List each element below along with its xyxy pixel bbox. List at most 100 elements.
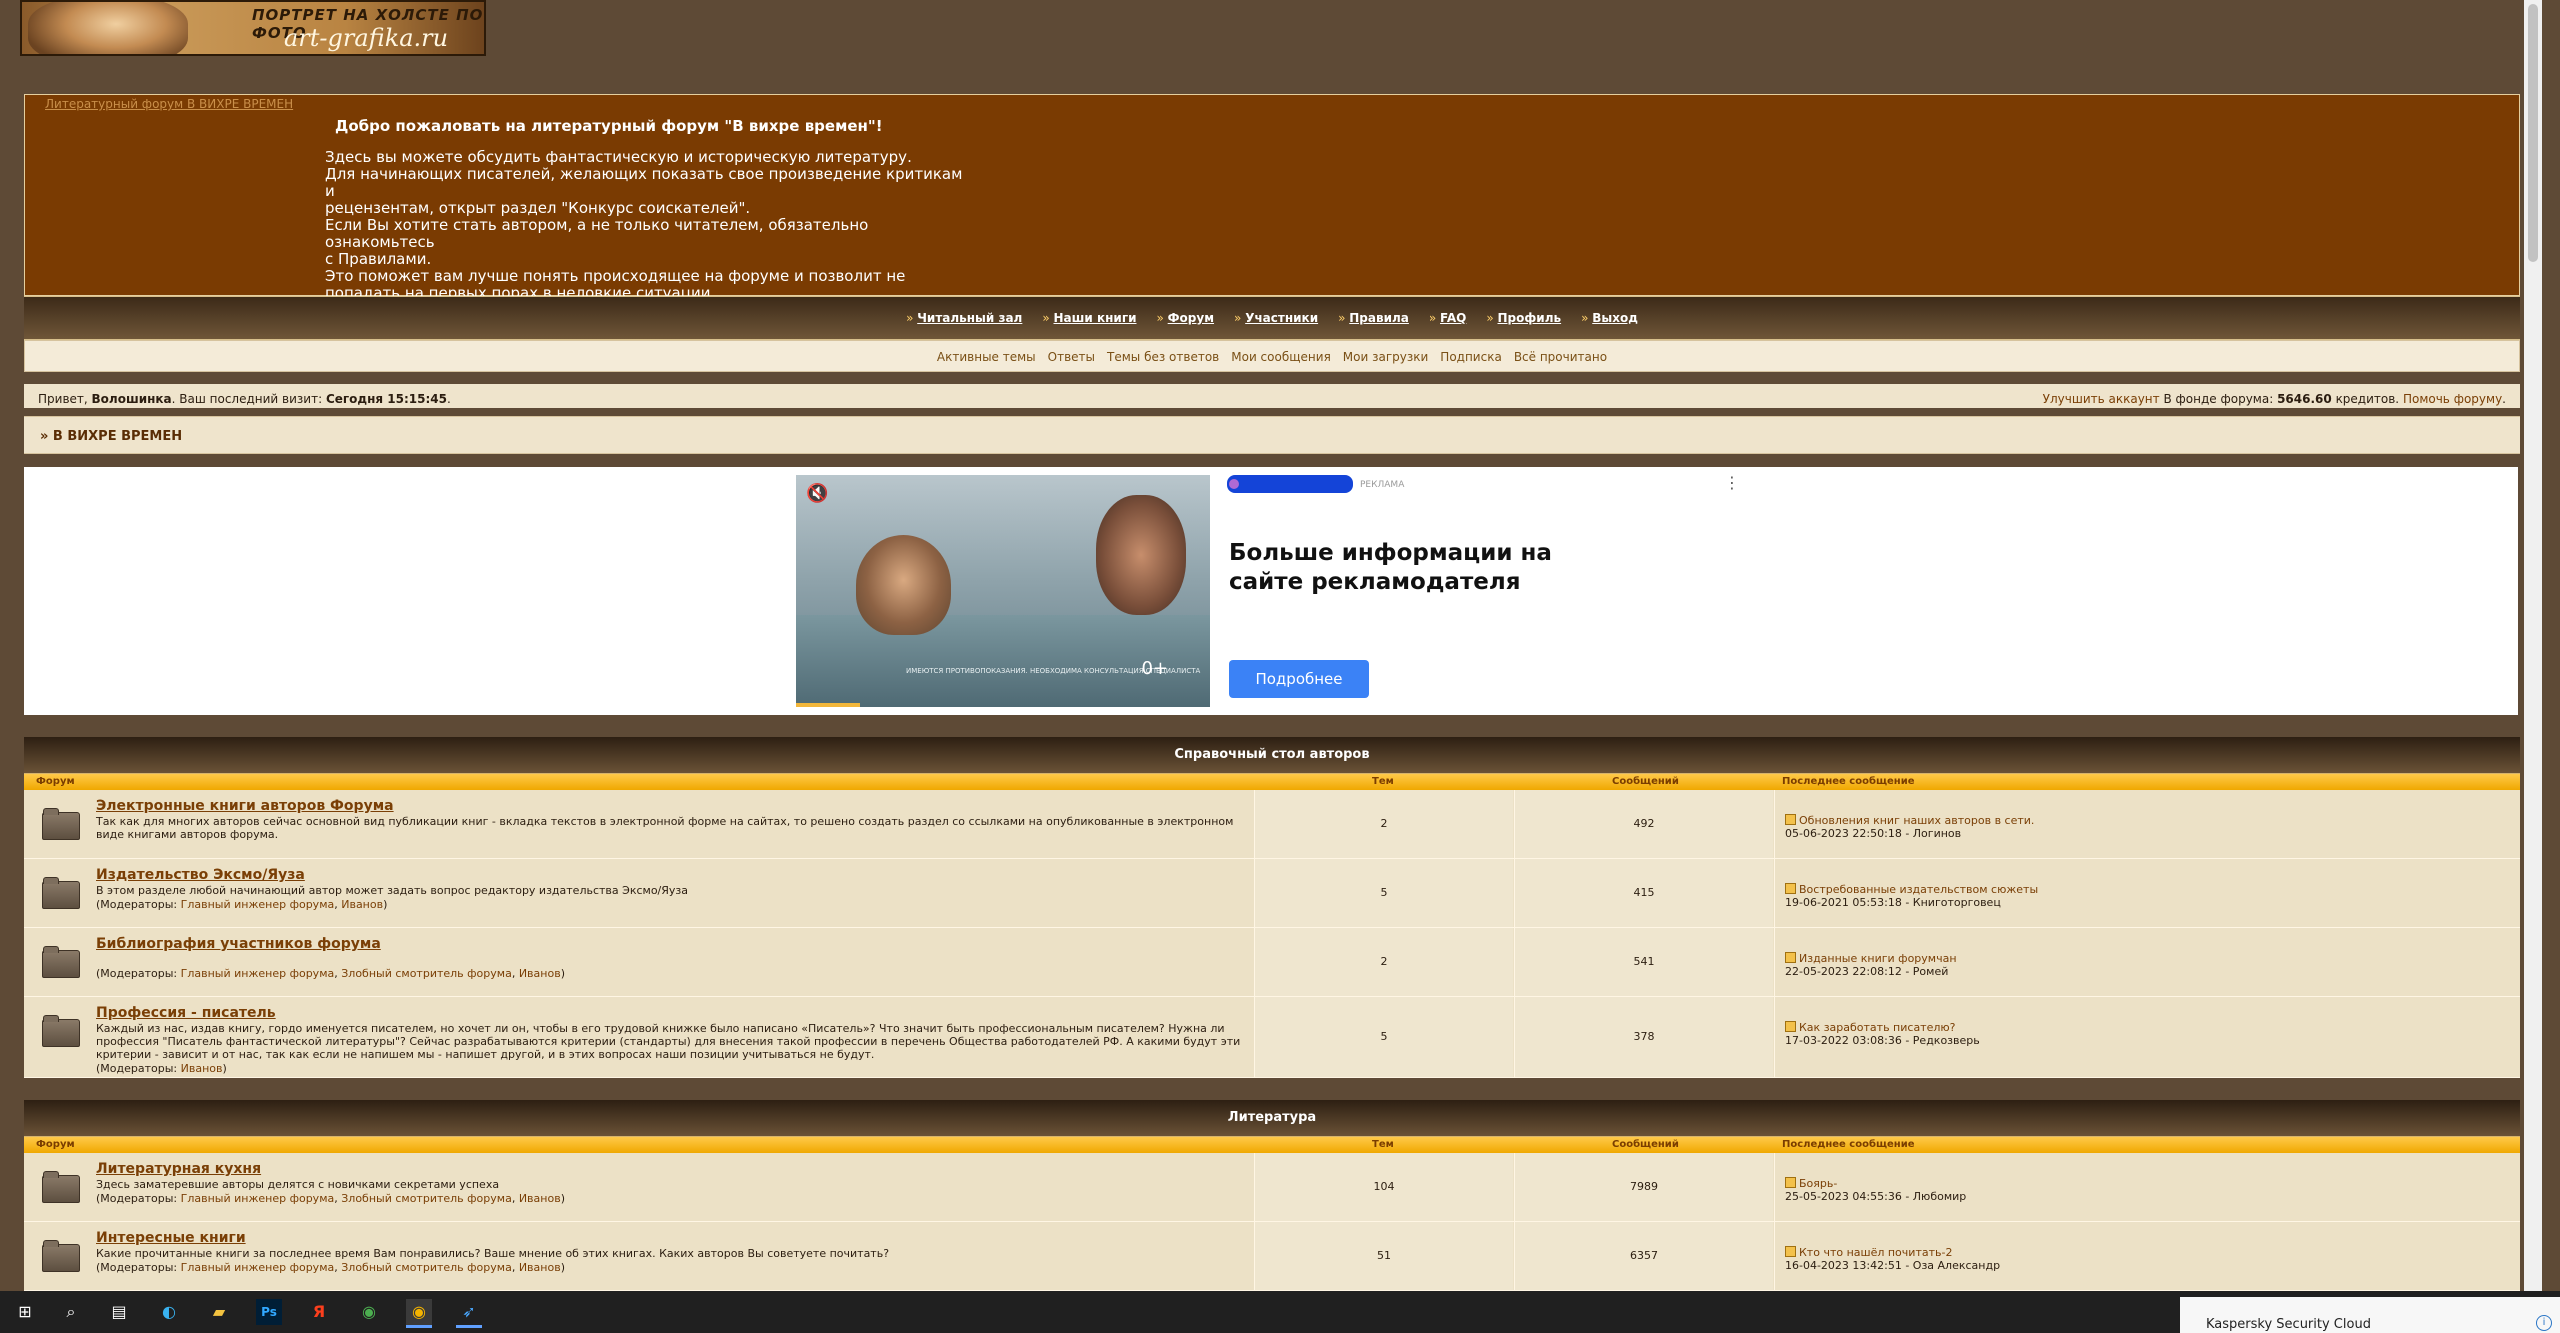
task-view-icon[interactable]: ▤ xyxy=(106,1299,132,1325)
category-title[interactable]: Литература xyxy=(24,1100,2520,1137)
ad-block: 🔇 ИМЕЮТСЯ ПРОТИВОПОКАЗАНИЯ. НЕОБХОДИМА К… xyxy=(24,467,2518,715)
ad-label: РЕКЛАМА xyxy=(1360,480,1405,490)
nav-item[interactable]: » Выход xyxy=(1581,311,1638,325)
forum-title-link[interactable]: Профессия - писатель xyxy=(96,1005,1246,1021)
scrollbar[interactable] xyxy=(2524,0,2542,1291)
forum-folder-icon xyxy=(42,1171,80,1203)
post-count: 378 xyxy=(1514,997,1773,1077)
explorer-icon[interactable]: ▰ xyxy=(206,1299,232,1325)
moderator-link[interactable]: Злобный смотритель форума xyxy=(341,1192,512,1205)
last-post-link[interactable]: Обновления книг наших авторов в сети. xyxy=(1799,814,2034,827)
user-info-bar: Привет, Волошинка. Ваш последний визит: … xyxy=(24,384,2520,408)
last-post-icon xyxy=(1785,814,1796,825)
moderator-link[interactable]: Главный инженер форума xyxy=(181,1261,335,1274)
moderator-link[interactable]: Главный инженер форума xyxy=(181,898,335,911)
forum-row: Издательство Эксмо/Яуза В этом разделе лю… xyxy=(24,859,2520,928)
forum-description: Каждый из нас, издав книгу, гордо именуе… xyxy=(96,1022,1241,1061)
desc-line: Здесь вы можете обсудить фантастическую … xyxy=(325,148,912,166)
breadcrumb-home[interactable]: » В ВИХРЕ ВРЕМЕН xyxy=(40,429,182,444)
subnav-link[interactable]: Мои сообщения xyxy=(1231,350,1331,364)
info-icon[interactable]: i xyxy=(2536,1315,2552,1331)
nav-item-label: Читальный зал xyxy=(917,311,1023,325)
nav-item[interactable]: » Форум xyxy=(1157,311,1215,325)
last-post-meta: 17-03-2022 03:08:36 - Редкозверь xyxy=(1785,1034,1980,1047)
last-post-link[interactable]: Востребованные издательством сюжеты xyxy=(1799,883,2038,896)
kebab-menu-icon[interactable]: ⋮ xyxy=(1724,473,1740,492)
nav-item[interactable]: » FAQ xyxy=(1429,311,1466,325)
forum-logo-link[interactable]: Литературный форум В ВИХРЕ ВРЕМЕН xyxy=(45,97,293,111)
nav-item[interactable]: » Правила xyxy=(1338,311,1409,325)
fund-unit: кредитов. xyxy=(2335,392,2400,406)
moderator-link[interactable]: Иванов xyxy=(519,967,561,980)
app-icon[interactable]: ➶ xyxy=(456,1299,482,1328)
post-count: 541 xyxy=(1514,928,1773,996)
subnav-link[interactable]: Ответы xyxy=(1048,350,1095,364)
moderator-link[interactable]: Иванов xyxy=(519,1192,561,1205)
moderator-link[interactable]: Иванов xyxy=(519,1261,561,1274)
last-post-icon xyxy=(1785,952,1796,963)
subnav-link[interactable]: Всё прочитано xyxy=(1514,350,1607,364)
moderator-link[interactable]: Злобный смотритель форума xyxy=(341,967,512,980)
subnav-link[interactable]: Мои загрузки xyxy=(1343,350,1429,364)
forum-description: Здесь заматеревшие авторы делятся с нови… xyxy=(96,1178,500,1191)
last-post-link[interactable]: Боярь- xyxy=(1799,1177,1837,1190)
scrollbar-thumb[interactable] xyxy=(2528,4,2538,262)
last-post-link[interactable]: Кто что нашёл почитать-2 xyxy=(1799,1246,1952,1259)
search-icon[interactable]: ⌕ xyxy=(58,1299,84,1325)
desc-line: Если Вы хотите стать автором, а не тольк… xyxy=(325,216,869,251)
last-post-link[interactable]: Изданные книги форумчан xyxy=(1799,952,1957,965)
moderators: (Модераторы: Иванов) xyxy=(96,1062,227,1075)
subnav-link[interactable]: Подписка xyxy=(1440,350,1502,364)
chrome-active-icon[interactable]: ◉ xyxy=(406,1299,432,1328)
nav-item-label: Правила xyxy=(1349,311,1409,325)
forum-title-link[interactable]: Электронные книги авторов Форума xyxy=(96,798,1246,814)
kaspersky-notification[interactable]: Kaspersky Security Cloud i xyxy=(2180,1297,2560,1333)
topic-count: 5 xyxy=(1254,997,1513,1077)
desc-line: рецензентам, открыт раздел "Конкурс соис… xyxy=(325,199,751,217)
subnav-link[interactable]: Активные темы xyxy=(937,350,1036,364)
moderators: (Модераторы: Главный инженер форума, Зло… xyxy=(96,1261,565,1274)
moderator-link[interactable]: Иванов xyxy=(341,898,383,911)
forum-folder-icon xyxy=(42,808,80,840)
moderator-link[interactable]: Злобный смотритель форума xyxy=(341,1261,512,1274)
nav-item-label: Выход xyxy=(1592,311,1638,325)
last-post: Как заработать писателю? 17-03-2022 03:08… xyxy=(1774,997,2521,1077)
chrome-icon[interactable]: ◉ xyxy=(356,1299,382,1325)
moderators-label: (Модераторы: xyxy=(96,1192,178,1205)
moderator-link[interactable]: Иванов xyxy=(181,1062,223,1075)
ad-banner-art-grafika[interactable]: ПОРТРЕТ НА ХОЛСТЕ ПО ФОТО art-grafika.ru xyxy=(20,0,486,56)
ad-more-button[interactable]: Подробнее xyxy=(1229,660,1369,698)
last-post-link[interactable]: Как заработать писателю? xyxy=(1799,1021,1956,1034)
moderator-link[interactable]: Главный инженер форума xyxy=(181,1192,335,1205)
edge-icon[interactable]: ◐ xyxy=(156,1299,182,1325)
windows-icon[interactable]: ⊞ xyxy=(12,1299,38,1325)
ad-headline[interactable]: Больше информации на сайте рекламодателя xyxy=(1229,539,1609,597)
last-post: Обновления книг наших авторов в сети. 05-… xyxy=(1774,790,2521,858)
yandex-icon[interactable]: Я xyxy=(306,1299,332,1325)
nav-item[interactable]: » Наши книги xyxy=(1042,311,1136,325)
nav-item[interactable]: » Участники xyxy=(1234,311,1318,325)
photoshop-icon[interactable]: Ps xyxy=(256,1299,282,1325)
topic-count: 51 xyxy=(1254,1222,1513,1290)
main-nav: » Читальный зал » Наши книги » Форум » Учас… xyxy=(24,296,2520,340)
user-greeting: Привет, Волошинка. Ваш последний визит: … xyxy=(38,392,451,406)
help-forum-link[interactable]: Помочь форуму xyxy=(2403,392,2502,406)
category-title[interactable]: Справочный стол авторов xyxy=(24,737,2520,774)
column-header: Форум Тем Сообщений Последнее сообщение xyxy=(24,1137,2520,1153)
mute-icon[interactable]: 🔇 xyxy=(806,483,828,504)
col-topics: Тем xyxy=(1372,776,1394,787)
forum-title-link[interactable]: Интересные книги xyxy=(96,1230,1246,1246)
forum-title-link[interactable]: Издательство Эксмо/Яуза xyxy=(96,867,1246,883)
nav-item[interactable]: » Профиль xyxy=(1486,311,1561,325)
last-post-meta: 05-06-2023 22:50:18 - Логинов xyxy=(1785,827,1962,840)
ad-video[interactable]: 🔇 ИМЕЮТСЯ ПРОТИВОПОКАЗАНИЯ. НЕОБХОДИМА К… xyxy=(796,475,1210,707)
subnav-link[interactable]: Темы без ответов xyxy=(1107,350,1219,364)
nav-item-label: Профиль xyxy=(1497,311,1562,325)
forum-title-link[interactable]: Библиография участников форума xyxy=(96,936,1246,952)
moderator-link[interactable]: Главный инженер форума xyxy=(181,967,335,980)
nav-item[interactable]: » Читальный зал xyxy=(906,311,1022,325)
forum-row: Литературная кухня Здесь заматеревшие авт… xyxy=(24,1153,2520,1222)
forum-title-link[interactable]: Литературная кухня xyxy=(96,1161,1246,1177)
top-bar: ПОРТРЕТ НА ХОЛСТЕ ПО ФОТО art-grafika.ru xyxy=(0,0,2542,94)
upgrade-account-link[interactable]: Улучшить аккаунт xyxy=(2043,392,2160,406)
